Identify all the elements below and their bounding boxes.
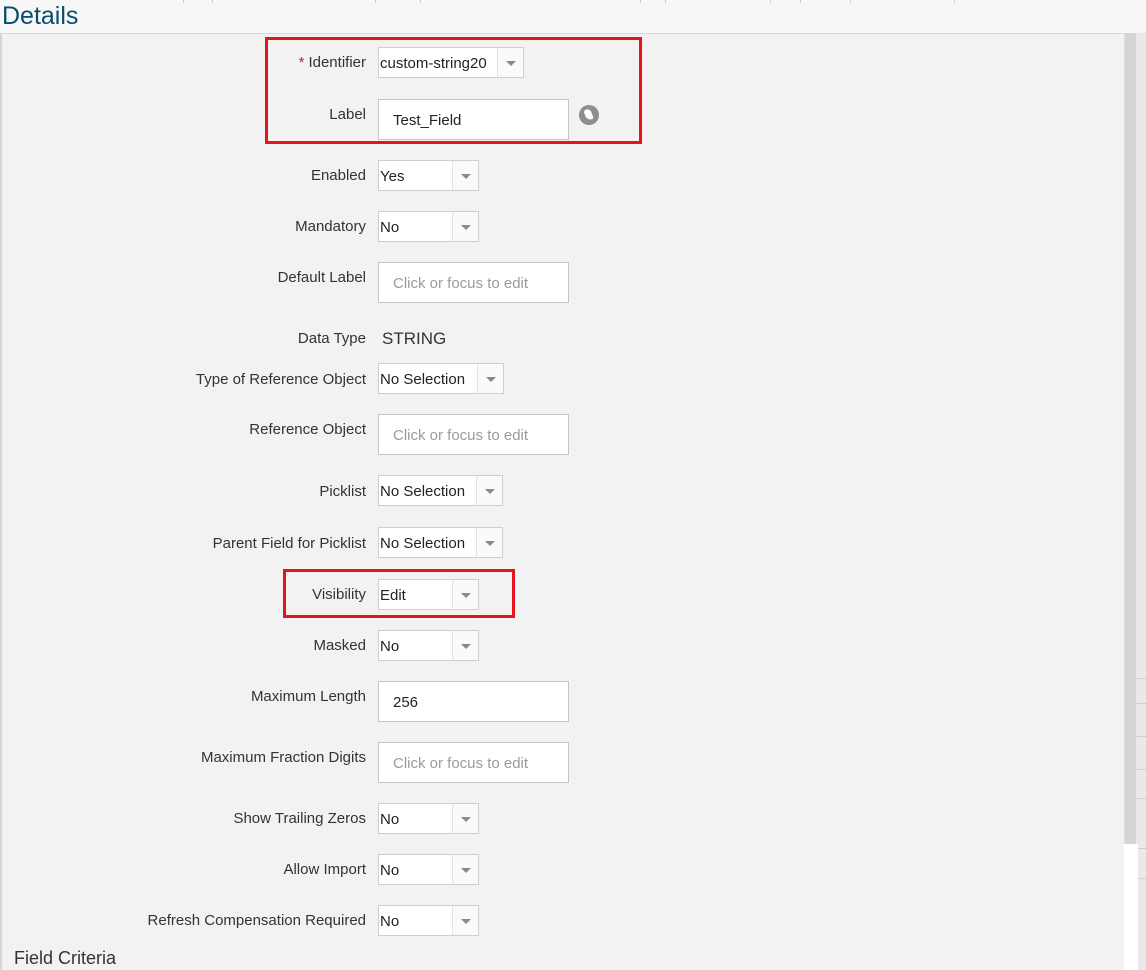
allow-import-select[interactable]: No (378, 854, 479, 885)
chevron-down-icon (485, 489, 495, 494)
parent-field-for-picklist-value: No Selection (380, 535, 466, 552)
chevron-down-icon (461, 919, 471, 924)
maximum-fraction-digits-placeholder: Click or focus to edit (393, 755, 529, 772)
data-type-value: STRING (382, 329, 447, 348)
type-of-reference-object-select[interactable]: No Selection (378, 363, 504, 394)
highlight-box-identifier-label (265, 37, 642, 144)
masked-dropdown-button[interactable] (452, 631, 478, 660)
parent-field-for-picklist-select[interactable]: No Selection (378, 527, 503, 558)
enabled-select[interactable]: Yes (378, 160, 479, 191)
picklist-dropdown-button[interactable] (476, 476, 502, 505)
scroll-corner (1124, 844, 1138, 970)
allow-import-value: No (380, 862, 400, 879)
chevron-down-icon (485, 541, 495, 546)
refresh-compensation-required-dropdown-button[interactable] (452, 906, 478, 935)
enabled-label: Enabled (310, 167, 366, 184)
show-trailing-zeros-dropdown-button[interactable] (452, 804, 478, 833)
masked-select[interactable]: No (378, 630, 479, 661)
picklist-select[interactable]: No Selection (378, 475, 503, 506)
highlight-box-visibility (283, 569, 515, 618)
refresh-compensation-required-select[interactable]: No (378, 905, 479, 936)
mandatory-dropdown-button[interactable] (452, 212, 478, 241)
mandatory-value: No (380, 219, 400, 236)
picklist-label: Picklist (319, 483, 366, 500)
chevron-down-icon (461, 817, 471, 822)
parent-field-for-picklist-label: Parent Field for Picklist (212, 535, 366, 552)
data-type-label: Data Type (297, 330, 366, 347)
default-label-label: Default Label (277, 269, 366, 286)
chevron-down-icon (461, 868, 471, 873)
enabled-value: Yes (380, 168, 405, 185)
masked-value: No (380, 638, 400, 655)
header-ticks (0, 0, 1146, 4)
chevron-down-icon (461, 174, 471, 179)
reference-object-placeholder: Click or focus to edit (393, 427, 529, 444)
show-trailing-zeros-select[interactable]: No (378, 803, 479, 834)
parent-field-for-picklist-dropdown-button[interactable] (476, 528, 502, 557)
type-of-reference-object-value: No Selection (380, 371, 466, 388)
chevron-down-icon (486, 377, 496, 382)
reference-object-input[interactable]: Click or focus to edit (378, 414, 569, 455)
reference-object-label: Reference Object (249, 421, 366, 438)
refresh-compensation-required-value: No (380, 913, 400, 930)
right-panel-edge (1136, 33, 1146, 970)
picklist-value: No Selection (380, 483, 466, 500)
show-trailing-zeros-label: Show Trailing Zeros (233, 810, 366, 827)
mandatory-label: Mandatory (295, 218, 366, 235)
mandatory-select[interactable]: No (378, 211, 479, 242)
allow-import-dropdown-button[interactable] (452, 855, 478, 884)
page-title: Details (2, 2, 79, 30)
show-trailing-zeros-value: No (380, 811, 400, 828)
allow-import-label: Allow Import (283, 861, 366, 878)
type-of-reference-object-dropdown-button[interactable] (477, 364, 503, 393)
type-of-reference-object-label: Type of Reference Object (195, 371, 366, 388)
chevron-down-icon (461, 644, 471, 649)
maximum-length-input[interactable]: 256 (378, 681, 569, 722)
maximum-length-value: 256 (393, 694, 419, 711)
page-header: Details (0, 0, 1146, 34)
enabled-dropdown-button[interactable] (452, 161, 478, 190)
masked-label: Masked (313, 637, 366, 654)
maximum-fraction-digits-label: Maximum Fraction Digits (200, 749, 366, 766)
default-label-placeholder: Click or focus to edit (393, 275, 529, 292)
field-criteria-heading: Field Criteria (14, 948, 117, 968)
chevron-down-icon (461, 225, 471, 230)
maximum-fraction-digits-input[interactable]: Click or focus to edit (378, 742, 569, 783)
default-label-input[interactable]: Click or focus to edit (378, 262, 569, 303)
left-border (0, 33, 2, 970)
maximum-length-label: Maximum Length (250, 688, 366, 705)
refresh-compensation-required-label: Refresh Compensation Required (147, 912, 366, 929)
